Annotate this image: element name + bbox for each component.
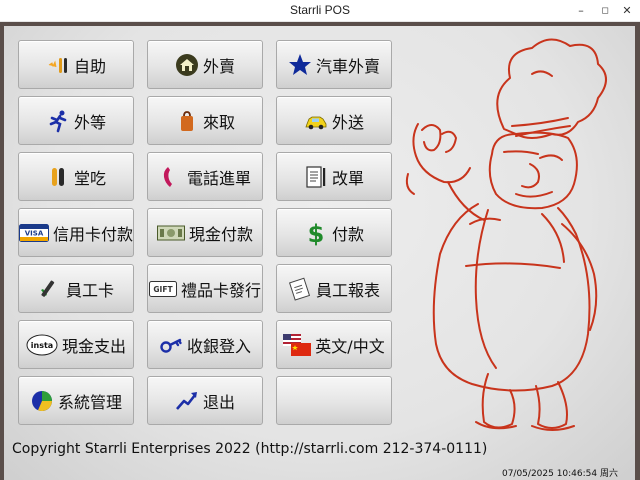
self-service-icon — [46, 53, 70, 77]
insta-text: insta — [31, 341, 53, 350]
minimize-button[interactable]: – — [568, 2, 594, 20]
visa-text: VISA — [25, 229, 44, 237]
dollar-glyph: $ — [308, 220, 325, 246]
button-label: 汽車外賣 — [315, 56, 380, 76]
copyright-text: Copyright Starrli Enterprises 2022 (http… — [12, 441, 488, 457]
gift-card-icon: GIFT — [148, 277, 177, 301]
button-label: 外送 — [331, 112, 364, 132]
gift-text: GIFT — [153, 285, 173, 294]
button-label: 收銀登入 — [186, 336, 251, 356]
modify-order-button[interactable]: 改單 — [276, 152, 392, 201]
close-button[interactable]: ✕ — [614, 2, 640, 20]
flags-icon — [283, 333, 312, 357]
employee-card-button[interactable]: 員工卡 — [18, 264, 134, 313]
wait-outside-button[interactable]: 外等 — [18, 96, 134, 145]
home-icon — [175, 53, 199, 77]
phone-order-button[interactable]: 電話進單 — [147, 152, 263, 201]
star-icon — [288, 53, 312, 77]
cutlery-icon — [46, 165, 70, 189]
visa-card-icon: VISA — [19, 221, 49, 245]
title-bar: Starrli POS – ◻ ✕ — [0, 0, 640, 22]
button-label: 現金支出 — [61, 336, 126, 356]
button-label: 信用卡付款 — [53, 224, 134, 244]
system-admin-button[interactable]: 系統管理 — [18, 376, 134, 425]
delivery-button[interactable]: 外送 — [276, 96, 392, 145]
button-label: 員工報表 — [315, 280, 380, 300]
button-label: 電話進單 — [186, 168, 251, 188]
insta-cash-icon: insta — [26, 333, 58, 357]
button-label: 堂吃 — [73, 168, 106, 188]
button-label: 來取 — [202, 112, 235, 132]
pie-chart-icon — [30, 389, 54, 413]
running-man-icon — [46, 109, 70, 133]
payment-button[interactable]: $ 付款 — [276, 208, 392, 257]
button-label: 外賣 — [202, 56, 235, 76]
language-toggle-button[interactable]: 英文/中文 — [276, 320, 392, 369]
self-service-button[interactable]: 自助 — [18, 40, 134, 89]
button-label: 改單 — [331, 168, 364, 188]
phone-icon — [159, 165, 183, 189]
bag-icon — [175, 109, 199, 133]
button-label: 外等 — [73, 112, 106, 132]
report-icon — [288, 277, 312, 301]
employee-report-button[interactable]: 員工報表 — [276, 264, 392, 313]
curbside-takeout-button[interactable]: 汽車外賣 — [276, 40, 392, 89]
button-label: 系統管理 — [57, 392, 122, 412]
takeout-button[interactable]: 外賣 — [147, 40, 263, 89]
cash-payout-button[interactable]: insta 現金支出 — [18, 320, 134, 369]
button-label: 禮品卡發行 — [180, 280, 261, 300]
button-label: 自助 — [73, 56, 106, 76]
window-title: Starrli POS — [289, 3, 350, 17]
blank-button[interactable] — [276, 376, 392, 425]
button-label: 英文/中文 — [315, 336, 385, 356]
exit-arrow-icon — [175, 389, 199, 413]
credit-card-payment-button[interactable]: VISA 信用卡付款 — [18, 208, 134, 257]
car-icon — [304, 109, 328, 133]
receipt-icon — [304, 165, 328, 189]
button-label: 退出 — [202, 392, 235, 412]
dollar-icon: $ — [304, 220, 328, 246]
status-datetime: 07/05/2025 10:46:54 周六 — [501, 469, 618, 479]
pickup-button[interactable]: 來取 — [147, 96, 263, 145]
dine-in-button[interactable]: 堂吃 — [18, 152, 134, 201]
exit-button[interactable]: 退出 — [147, 376, 263, 425]
button-label: 員工卡 — [65, 280, 114, 300]
chef-illustration — [405, 38, 607, 431]
cash-icon — [156, 221, 185, 245]
key-icon — [159, 333, 183, 357]
swipe-card-icon — [38, 277, 62, 301]
gift-card-issue-button[interactable]: GIFT 禮品卡發行 — [147, 264, 263, 313]
cash-payment-button[interactable]: 現金付款 — [147, 208, 263, 257]
button-label: 現金付款 — [188, 224, 253, 244]
cashier-login-button[interactable]: 收銀登入 — [147, 320, 263, 369]
button-label: 付款 — [331, 224, 364, 244]
